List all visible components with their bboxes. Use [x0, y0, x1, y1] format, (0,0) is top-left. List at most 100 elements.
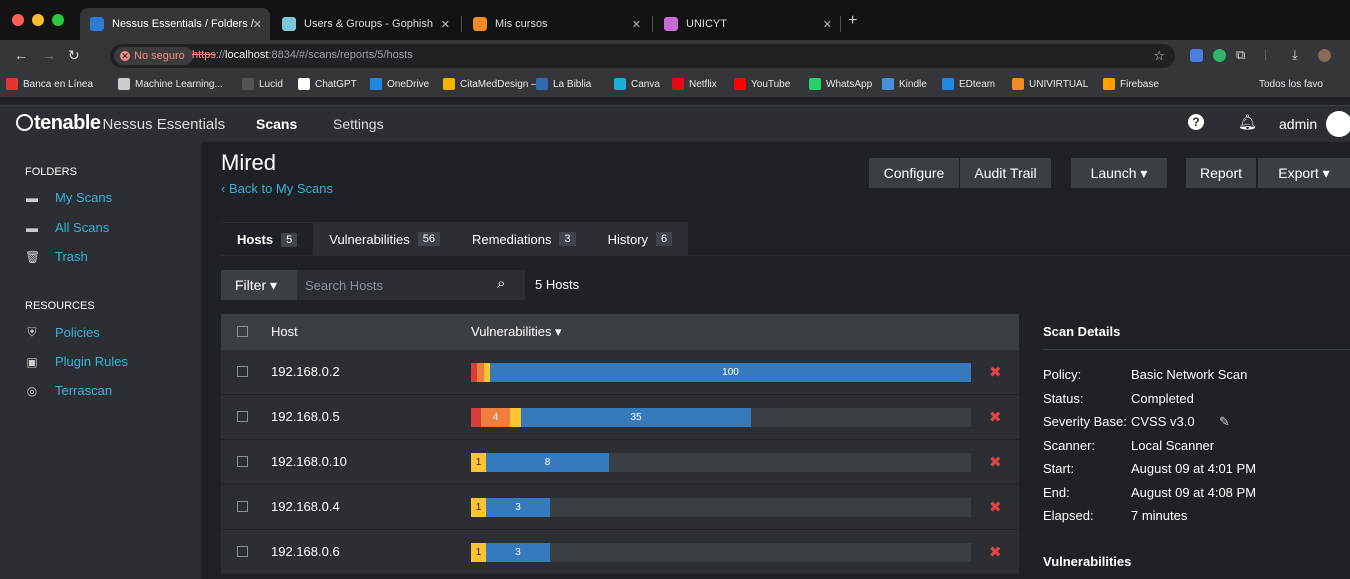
sidebar-item-trash[interactable]: 🗑︎ Trash	[25, 249, 88, 264]
profile-icon[interactable]	[1318, 49, 1331, 62]
host-ip[interactable]: 192.168.0.6	[271, 544, 340, 559]
bookmark-item[interactable]: Netflix	[672, 78, 717, 90]
tab-hosts[interactable]: Hosts 5	[221, 222, 314, 256]
reload-icon[interactable]: ↻	[68, 47, 80, 64]
bookmark-star-icon[interactable]: ☆	[1153, 48, 1165, 64]
not-secure-badge[interactable]: No seguro	[114, 47, 193, 65]
browser-tab-unicyt[interactable]: UNICYT ✕	[654, 8, 840, 40]
table-row[interactable]: 192.168.0.4 1 3 ✖	[221, 485, 1019, 530]
delete-host-icon[interactable]: ✖	[989, 543, 1002, 561]
severity-segment-medium[interactable]: 1	[471, 543, 486, 562]
tenable-logo[interactable]: tenable Nessus Essentials	[16, 112, 225, 135]
bookmark-item[interactable]: YouTube	[734, 78, 790, 90]
tab-remediations[interactable]: Remediations 3	[455, 222, 592, 256]
bookmark-item[interactable]: WhatsApp	[809, 78, 872, 90]
sidebar-item-terrascan[interactable]: ◎ Terrascan	[25, 383, 112, 398]
minimize-window-button[interactable]	[32, 14, 44, 26]
extensions-puzzle-icon[interactable]: ⧉	[1236, 47, 1245, 63]
bookmark-item[interactable]: Lucid	[242, 78, 283, 90]
tab-vulnerabilities[interactable]: Vulnerabilities 56	[313, 222, 456, 256]
bookmark-item[interactable]: Banca en Línea	[6, 78, 93, 90]
bookmark-item[interactable]: EDteam	[942, 78, 995, 90]
bookmark-item[interactable]: La Biblia	[536, 78, 591, 90]
export-button[interactable]: Export ▾	[1258, 158, 1350, 188]
severity-segment-medium[interactable]	[510, 408, 521, 427]
close-window-button[interactable]	[12, 14, 24, 26]
configure-button[interactable]: Configure	[869, 158, 959, 188]
bell-icon[interactable]: 🔔︎	[1238, 113, 1257, 131]
severity-segment-critical[interactable]	[471, 408, 481, 427]
vulnerability-bar[interactable]: 100	[471, 363, 971, 382]
bookmark-item[interactable]: Kindle	[882, 78, 927, 90]
back-to-my-scans-link[interactable]: ‹ Back to My Scans	[221, 181, 333, 196]
nav-scans[interactable]: Scans	[256, 116, 297, 132]
delete-host-icon[interactable]: ✖	[989, 498, 1002, 516]
severity-segment-high[interactable]	[477, 363, 484, 382]
browser-tab-nessus[interactable]: Nessus Essentials / Folders / ✕	[80, 8, 270, 40]
browser-tab-mis-cursos[interactable]: Mis cursos ✕	[463, 8, 649, 40]
severity-segment-medium[interactable]: 1	[471, 498, 486, 517]
avatar[interactable]	[1326, 111, 1350, 137]
bookmark-item[interactable]: UNIVIRTUAL	[1012, 78, 1088, 90]
vulnerability-bar[interactable]: 4 35	[471, 408, 971, 427]
url-text[interactable]: https://localhost:8834/#/scans/reports/5…	[192, 49, 413, 61]
browser-tab-gophish[interactable]: Users & Groups - Gophish ✕	[272, 8, 458, 40]
bookmark-item[interactable]: ChatGPT	[298, 78, 357, 90]
bookmark-item[interactable]: Machine Learning...	[118, 78, 223, 90]
audit-trail-button[interactable]: Audit Trail	[960, 158, 1051, 188]
sidebar-item-policies[interactable]: ⛨ Policies	[25, 325, 99, 340]
sidebar-item-my-scans[interactable]: ▬ My Scans	[25, 190, 112, 205]
report-button[interactable]: Report	[1186, 158, 1256, 188]
maximize-window-button[interactable]	[52, 14, 64, 26]
bookmark-item[interactable]: Todos los favo	[1242, 78, 1323, 90]
table-row[interactable]: 192.168.0.2 100 ✖	[221, 350, 1019, 395]
omnibox[interactable]: No seguro https://localhost:8834/#/scans…	[110, 44, 1175, 68]
row-checkbox[interactable]	[237, 366, 248, 377]
row-checkbox[interactable]	[237, 411, 248, 422]
close-icon[interactable]: ✕	[823, 18, 832, 31]
table-row[interactable]: 192.168.0.10 1 8 ✖	[221, 440, 1019, 485]
sidebar-item-plugin-rules[interactable]: ▣ Plugin Rules	[25, 354, 128, 369]
bookmark-item[interactable]: OneDrive	[370, 78, 429, 90]
table-row[interactable]: 192.168.0.5 4 35 ✖	[221, 395, 1019, 440]
user-menu[interactable]: admin	[1279, 116, 1317, 132]
close-icon[interactable]: ✕	[632, 18, 641, 31]
sidebar-item-all-scans[interactable]: ▬ All Scans	[25, 220, 109, 235]
forward-arrow-icon[interactable]: →	[42, 47, 56, 63]
host-ip[interactable]: 192.168.0.5	[271, 409, 340, 424]
filter-button[interactable]: Filter ▾	[221, 270, 297, 300]
select-all-checkbox[interactable]	[237, 326, 248, 337]
host-ip[interactable]: 192.168.0.10	[271, 454, 347, 469]
vulnerability-bar[interactable]: 18	[471, 453, 971, 472]
delete-host-icon[interactable]: ✖	[989, 363, 1002, 381]
edit-pencil-icon[interactable]: ✎	[1219, 414, 1230, 430]
severity-segment-info[interactable]: 3	[486, 543, 550, 562]
translate-extension-icon[interactable]	[1190, 49, 1203, 62]
row-checkbox[interactable]	[237, 501, 248, 512]
bookmark-item[interactable]: Firebase	[1103, 78, 1159, 90]
severity-segment-info[interactable]: 100	[490, 363, 971, 382]
bookmark-item[interactable]: Canva	[614, 78, 660, 90]
back-arrow-icon[interactable]: ←	[14, 47, 28, 63]
severity-segment-high[interactable]: 4	[481, 408, 510, 427]
search-input[interactable]	[297, 270, 525, 300]
severity-segment-info[interactable]: 8	[486, 453, 609, 472]
new-tab-button[interactable]: +	[848, 12, 857, 30]
delete-host-icon[interactable]: ✖	[989, 408, 1002, 426]
close-icon[interactable]: ✕	[253, 18, 262, 31]
launch-button[interactable]: Launch ▾	[1071, 158, 1167, 188]
severity-segment-info[interactable]: 3	[486, 498, 550, 517]
tab-history[interactable]: History 6	[591, 222, 689, 256]
close-icon[interactable]: ✕	[441, 18, 450, 31]
host-ip[interactable]: 192.168.0.2	[271, 364, 340, 379]
vulnerability-bar[interactable]: 13	[471, 498, 971, 517]
severity-segment-info[interactable]: 35	[521, 408, 751, 427]
severity-segment-medium[interactable]: 1	[471, 453, 486, 472]
host-ip[interactable]: 192.168.0.4	[271, 499, 340, 514]
vulnerability-bar[interactable]: 13	[471, 543, 971, 562]
column-header-vulnerabilities[interactable]: Vulnerabilities ▾	[471, 324, 562, 340]
download-icon[interactable]: ⤓	[1292, 47, 1298, 63]
security-extension-icon[interactable]	[1213, 49, 1226, 62]
row-checkbox[interactable]	[237, 546, 248, 557]
table-row[interactable]: 192.168.0.6 1 3 ✖	[221, 530, 1019, 575]
